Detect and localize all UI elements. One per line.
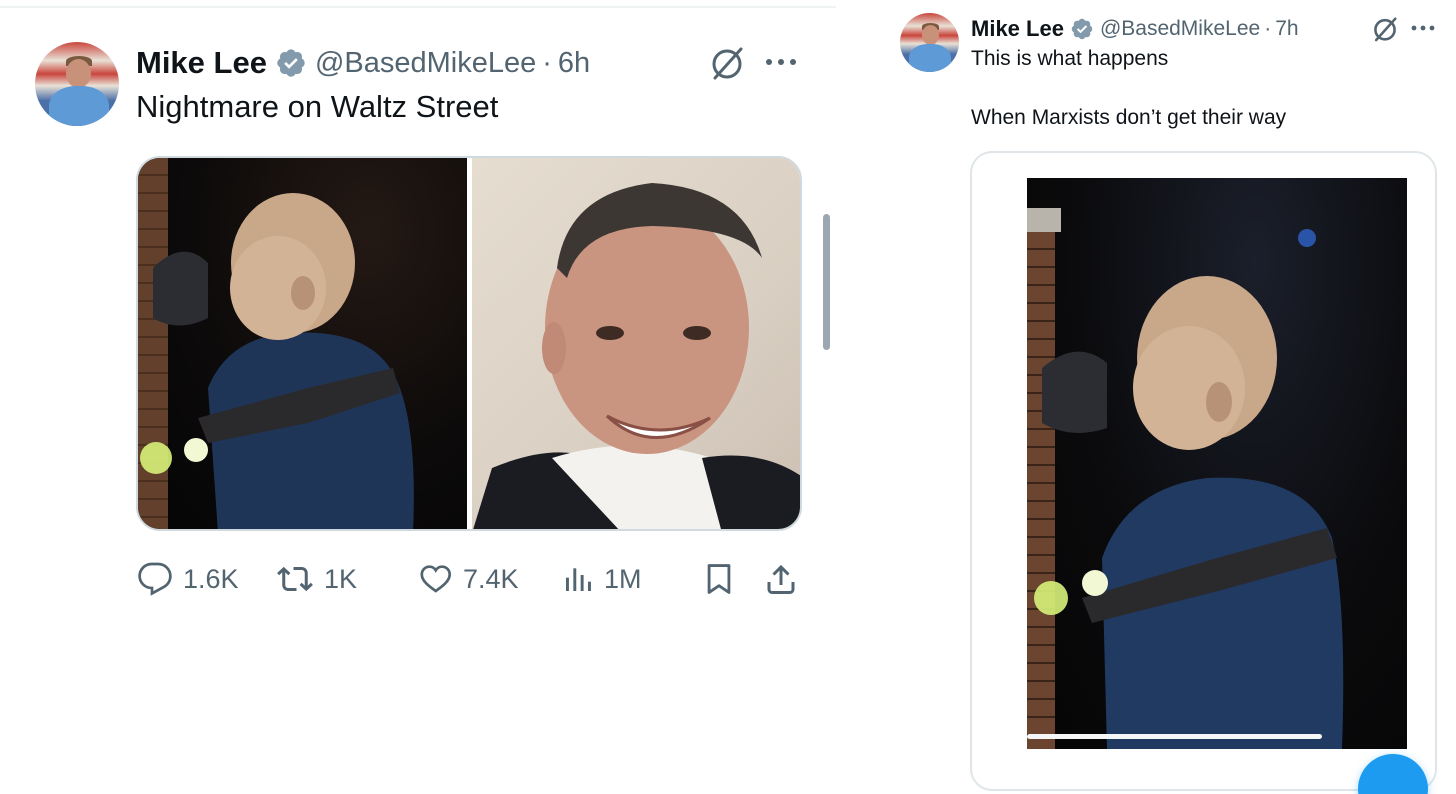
video-player[interactable] <box>1027 178 1407 749</box>
tweet-text-line: This is what happens <box>971 47 1169 70</box>
more-icon[interactable] <box>764 50 798 74</box>
author-name[interactable]: Mike Lee <box>971 16 1064 42</box>
views-count: 1M <box>604 563 642 594</box>
timestamp[interactable]: 6h <box>558 47 590 80</box>
repost-icon <box>276 561 314 597</box>
grok-icon[interactable] <box>708 44 746 82</box>
tweet-header: Mike Lee @BasedMikeLee · 6h <box>136 42 590 84</box>
scrollbar[interactable] <box>823 214 830 350</box>
reply-icon <box>137 561 173 597</box>
author-handle[interactable]: @BasedMikeLee <box>315 47 536 80</box>
repost-count: 1K <box>324 563 358 594</box>
top-divider <box>0 6 836 8</box>
tweet-text: Nightmare on Waltz Street <box>136 89 499 124</box>
time-separator: · <box>542 46 552 79</box>
reply-count: 1.6K <box>183 563 239 594</box>
repost-button[interactable]: 1K <box>276 556 357 602</box>
like-icon <box>417 561 453 597</box>
timestamp[interactable]: 7h <box>1275 17 1298 41</box>
verified-badge-icon <box>1070 17 1094 41</box>
views-button[interactable]: 1M <box>562 556 642 602</box>
tweet-media-grid[interactable] <box>136 156 802 531</box>
tweet-actions: 1.6K 1K 7.4K 1M <box>0 556 836 602</box>
media-photo[interactable] <box>138 158 467 529</box>
like-button[interactable]: 7.4K <box>417 556 519 602</box>
reply-button[interactable]: 1.6K <box>137 556 239 602</box>
share-icon <box>763 560 799 598</box>
author-handle[interactable]: @BasedMikeLee <box>1100 17 1260 41</box>
avatar[interactable] <box>35 42 119 126</box>
time-separator: · <box>1264 17 1272 40</box>
tweet-video-card[interactable] <box>970 151 1437 791</box>
bookmark-icon <box>702 560 736 598</box>
author-name[interactable]: Mike Lee <box>136 45 267 81</box>
avatar[interactable] <box>900 13 959 72</box>
media-photo[interactable] <box>472 158 800 529</box>
video-progress-bar[interactable] <box>1027 734 1322 739</box>
more-icon[interactable] <box>1410 19 1436 37</box>
tweet-header: Mike Lee @BasedMikeLee · 7h <box>971 13 1299 45</box>
like-count: 7.4K <box>463 563 519 594</box>
bookmark-button[interactable] <box>702 556 746 602</box>
tweet-text-line: When Marxists don’t get their way <box>971 106 1287 129</box>
verified-badge-icon <box>275 47 307 79</box>
grok-icon[interactable] <box>1371 15 1399 43</box>
share-button[interactable] <box>763 556 809 602</box>
views-icon <box>562 561 594 597</box>
